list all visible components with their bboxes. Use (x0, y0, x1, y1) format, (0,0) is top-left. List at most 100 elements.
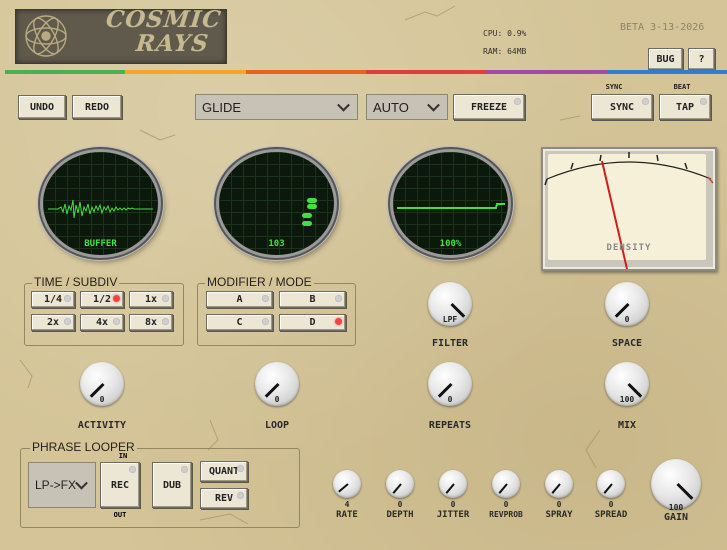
auto-select[interactable]: AUTO (366, 94, 448, 120)
rainbow-segment (486, 70, 607, 74)
subdiv-button-led (113, 295, 120, 302)
quant-button[interactable]: QUANT (200, 461, 248, 482)
gain-value: 100 (668, 503, 684, 512)
chevron-down-icon (427, 98, 440, 112)
auto-select-value: AUTO (373, 99, 409, 115)
subdiv-button-label: 1/2 (92, 294, 112, 305)
version-label: BETA 3-13-2026 (620, 22, 705, 33)
dub-led (181, 466, 188, 473)
subdiv-button-led (113, 318, 120, 325)
redo-button[interactable]: REDO (72, 95, 122, 119)
space-knob[interactable]: 0 (605, 282, 649, 326)
modifier-button[interactable]: C (206, 314, 273, 331)
subdiv-button[interactable]: 1/4 (31, 291, 75, 308)
mix-knob[interactable]: 100 (605, 362, 649, 406)
subdiv-button[interactable]: 8x (129, 314, 173, 331)
gain-knob[interactable]: 100 (651, 459, 701, 512)
modifier-button-led (262, 318, 269, 325)
in-caption: IN (118, 452, 128, 460)
mod-knob-label: SPREAD (594, 510, 628, 520)
cpu-readout: CPU: 0.9% (483, 29, 527, 38)
modifier-button[interactable]: A (206, 291, 273, 308)
subdiv-button-led (162, 295, 169, 302)
dub-label: DUB (162, 479, 182, 491)
dub-button[interactable]: DUB (152, 462, 192, 508)
mod-knob-value: 0 (608, 500, 614, 509)
subdiv-button-label: 4x (95, 317, 109, 328)
repeats-knob[interactable]: 0 (428, 362, 472, 406)
help-button-label: ? (698, 53, 705, 65)
mod-knob[interactable] (439, 470, 467, 498)
gain-pointer (676, 482, 694, 500)
mode-select[interactable]: GLIDE (195, 94, 358, 120)
level-caption: 100% (439, 239, 462, 249)
gain-label: GAIN (663, 512, 689, 523)
activity-knob[interactable]: 0 (80, 362, 124, 406)
density-meter: DENSITY (541, 147, 717, 271)
logo-plate: COSMIC RAYS (15, 6, 227, 64)
mod-knob[interactable] (545, 470, 573, 498)
freeze-button[interactable]: FREEZE (453, 94, 525, 120)
routing-value: LP->FX (35, 478, 77, 492)
modifier-button[interactable]: D (279, 314, 346, 331)
subdiv-button-label: 2x (46, 317, 60, 328)
mod-knob[interactable] (333, 470, 361, 498)
mod-knob[interactable] (597, 470, 625, 498)
filter-value: LPF (442, 315, 458, 324)
mod-knob-value: 0 (556, 500, 562, 509)
undo-button[interactable]: UNDO (18, 95, 66, 119)
mod-knob[interactable] (492, 470, 520, 498)
loop-label: LOOP (264, 420, 290, 431)
mod-knob-label: SPRAY (545, 510, 573, 520)
freeze-led (514, 98, 521, 105)
buffer-caption: BUFFER (84, 239, 117, 249)
filter-label: FILTER (431, 338, 469, 349)
sync-caption: SYNC (605, 83, 623, 91)
subdiv-button[interactable]: 4x (80, 314, 124, 331)
space-label: SPACE (611, 338, 643, 349)
looper-routing-select[interactable]: LP->FX (28, 462, 96, 508)
rec-button[interactable]: REC (100, 462, 140, 508)
subdiv-button-led (64, 295, 71, 302)
modifier-button[interactable]: B (279, 291, 346, 308)
subdiv-button[interactable]: 2x (31, 314, 75, 331)
sync-label: SYNC (609, 101, 635, 113)
mod-knob-value: 4 (344, 500, 350, 509)
space-value: 0 (624, 315, 630, 324)
mode-select-value: GLIDE (202, 99, 242, 115)
subdiv-button[interactable]: 1x (129, 291, 173, 308)
sync-button[interactable]: SYNC (591, 94, 653, 120)
bug-button-label: BUG (656, 53, 675, 65)
subdiv-button-led (64, 318, 71, 325)
mod-knob-pointer (338, 483, 349, 493)
modifier-button-label: B (309, 294, 316, 305)
logo-text-1: COSMIC (104, 6, 223, 33)
mod-knob-label: REVPROB (489, 510, 523, 519)
subdiv-button[interactable]: 1/2 (80, 291, 124, 308)
rev-button[interactable]: REV (200, 488, 248, 509)
modifier-button-label: C (236, 317, 243, 328)
freeze-label: FREEZE (470, 101, 508, 113)
mod-knob-label: DEPTH (386, 510, 414, 520)
bug-button[interactable]: BUG (648, 48, 683, 70)
modifier-button-led (335, 318, 342, 325)
tap-led (700, 98, 707, 105)
subdiv-button-label: 1/4 (43, 294, 63, 305)
loop-knob[interactable]: 0 (255, 362, 299, 406)
help-button[interactable]: ? (688, 48, 715, 70)
activity-value: 0 (99, 395, 105, 404)
filter-knob[interactable]: LPF (428, 282, 472, 326)
modifier-button-led (262, 295, 269, 302)
tap-button[interactable]: TAP (659, 94, 711, 120)
mod-knob[interactable] (386, 470, 414, 498)
mod-knob-value: 0 (397, 500, 403, 509)
mix-label: MIX (617, 420, 637, 431)
modifier-button-led (335, 295, 342, 302)
mod-knob-pointer (445, 483, 455, 494)
undo-label: UNDO (29, 101, 55, 113)
plugin-panel: COSMIC RAYS CPU: 0.9% RAM: 64MB BETA 3-1… (0, 0, 727, 550)
mod-knob-pointer (603, 483, 613, 494)
mod-knob-pointer (551, 483, 561, 494)
mod-knob-value: 0 (450, 500, 456, 509)
cosmic-logo-icon (25, 15, 67, 57)
